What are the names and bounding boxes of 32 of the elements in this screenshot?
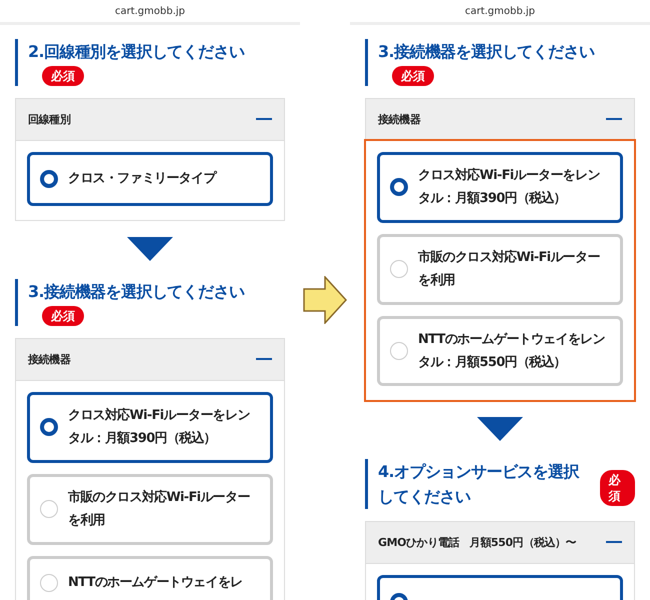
option-label: クロス・ファミリータイプ (68, 170, 216, 188)
accordion-title: 接続機器 (28, 352, 70, 367)
option-label: 市販のクロス対応Wi-Fiルーターを利用 (68, 488, 251, 530)
url-bar: cart.gmobb.jp (0, 0, 300, 25)
option-card[interactable]: クロス対応Wi-Fiルーターをレンタル：月額390円（税込） (27, 392, 273, 463)
required-badge: 必須 (600, 470, 635, 506)
section-title: 3.接続機器を選択してください (28, 282, 244, 301)
option-card[interactable]: 市販のクロス対応Wi-Fiルーターを利用 (27, 474, 273, 545)
section-title: 2.回線種別を選択してください (28, 42, 244, 61)
option-label: 市販のクロス対応Wi-Fiルーターを利用 (418, 248, 601, 290)
option-card[interactable]: クロス対応Wi-Fiルーターをレンタル：月額390円（税込） (377, 152, 623, 223)
section-title: 3.接続機器を選択してください (378, 42, 594, 61)
option-card[interactable]: クロス・ファミリータイプ (27, 152, 273, 206)
section-title: 4.オプションサービスを選択してください (378, 461, 580, 508)
option-label: NTTのホームゲートウェイをレ (68, 574, 242, 592)
option-card[interactable]: NTTのホームゲートウェイをレンタル：月額550円（税込） (377, 316, 623, 386)
accordion-title: 回線種別 (28, 112, 70, 127)
required-badge: 必須 (42, 66, 84, 86)
option-label: クロス対応Wi-Fiルーターをレンタル：月額390円（税込） (418, 166, 601, 208)
accordion-title: GMOひかり電話 月額550円（税込）〜 (378, 535, 576, 550)
option-label: クロス対応Wi-Fiルーターをレンタル：月額390円（税込） (68, 406, 251, 448)
option-card[interactable]: 市販のクロス対応Wi-Fiルーターを利用 (377, 234, 623, 305)
accordion-header[interactable]: 接続機器 (366, 99, 634, 141)
required-badge: 必須 (392, 66, 434, 86)
option-card[interactable]: NTTのホームゲートウェイをレ (27, 556, 273, 600)
required-badge: 必須 (42, 306, 84, 326)
option-label: NTTのホームゲートウェイをレンタル：月額550円（税込） (418, 330, 606, 372)
accordion-header[interactable]: GMOひかり電話 月額550円（税込）〜 (366, 522, 634, 564)
accordion-title: 接続機器 (378, 112, 420, 127)
url-bar: cart.gmobb.jp (350, 0, 650, 25)
accordion-header[interactable]: 回線種別 (16, 99, 284, 141)
accordion-header[interactable]: 接続機器 (16, 339, 284, 381)
